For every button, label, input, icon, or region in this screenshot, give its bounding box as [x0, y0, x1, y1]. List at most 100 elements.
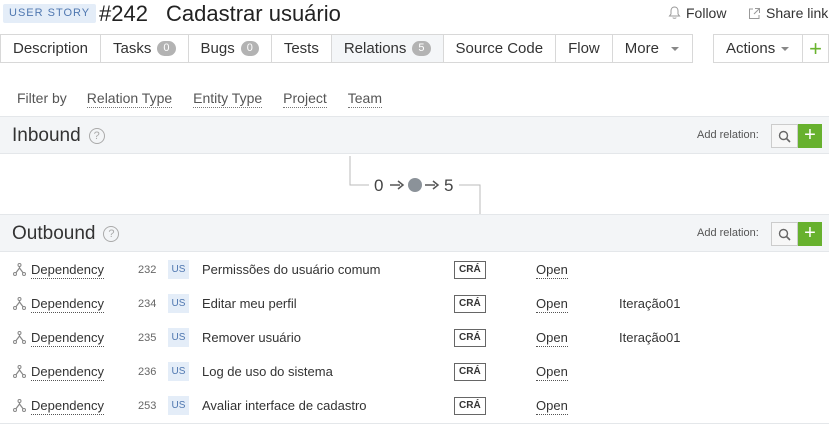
bell-icon	[668, 6, 681, 19]
actions-label: Actions	[726, 40, 776, 57]
inbound-title: Inbound ?	[12, 125, 105, 147]
entity-state-link[interactable]: Open	[536, 398, 568, 415]
relation-type-link[interactable]: Dependency	[31, 262, 104, 279]
add-relation-label: Add relation:	[697, 129, 759, 141]
entity-state-link[interactable]: Open	[536, 262, 568, 279]
tab-source-code[interactable]: Source Code	[443, 34, 557, 63]
table-row[interactable]: Dependency 235 US Remover usuário CRÁ Op…	[0, 321, 829, 355]
arrow-right-icon	[390, 180, 405, 190]
actions-dropdown[interactable]: Actions	[713, 34, 803, 63]
tab-count: 0	[240, 41, 259, 56]
add-relation-label: Add relation:	[697, 227, 759, 239]
tab-more[interactable]: More	[612, 34, 693, 63]
current-entity-node	[408, 178, 422, 192]
filter-team[interactable]: Team	[347, 89, 382, 108]
entity-type-badge: US	[168, 396, 189, 415]
outbound-count: 5	[444, 176, 453, 195]
outbound-add-relation-button[interactable]: +	[798, 222, 822, 246]
outbound-title: Outbound ?	[12, 223, 120, 245]
follow-button[interactable]: Follow	[668, 4, 726, 22]
relations-graph-svg: 0 5	[349, 156, 481, 214]
search-icon	[778, 130, 791, 143]
table-row[interactable]: Dependency 253 US Avaliar interface de c…	[0, 389, 829, 423]
tab-label: Tests	[283, 40, 319, 57]
filter-bar: Filter by Relation Type Entity Type Proj…	[17, 89, 403, 108]
entity-id: 253	[138, 400, 157, 412]
inbound-section-header: Inbound ? Add relation: +	[0, 116, 829, 154]
filter-entity-type[interactable]: Entity Type	[193, 89, 263, 108]
filter-label: Filter by	[17, 90, 67, 106]
tab-label: Tasks	[113, 40, 152, 57]
page-title[interactable]: Cadastrar usuário	[166, 0, 341, 28]
tab-tests[interactable]: Tests	[271, 34, 332, 63]
chevron-down-icon	[781, 46, 790, 51]
entity-type-badge: US	[168, 260, 189, 279]
entity-type-badge: USER STORY	[3, 4, 97, 23]
entity-state-link[interactable]: Open	[536, 296, 568, 313]
tab-count: 5	[412, 41, 431, 56]
tab-label: Description	[13, 40, 89, 57]
tab-label: More	[624, 40, 659, 57]
entity-id: 232	[138, 264, 157, 276]
arrow-right-icon	[425, 180, 440, 190]
entity-state-link[interactable]: Open	[536, 364, 568, 381]
tab-bar: Description Tasks 0 Bugs 0 Tests Relations…	[0, 34, 693, 63]
tab-relations[interactable]: Relations 5	[331, 34, 444, 63]
relations-graph: 0 5	[345, 156, 485, 214]
help-icon[interactable]: ?	[103, 226, 120, 242]
search-icon	[778, 228, 791, 241]
dependency-icon	[13, 297, 26, 310]
dependency-icon	[13, 331, 26, 344]
inbound-search-button[interactable]	[771, 124, 798, 148]
entity-name-link[interactable]: Remover usuário	[202, 330, 301, 346]
entity-type-badge: US	[168, 328, 189, 347]
tab-label: Source Code	[455, 40, 544, 57]
outbound-search-button[interactable]	[771, 222, 798, 246]
filter-relation-type[interactable]: Relation Type	[86, 89, 173, 108]
relation-type-link[interactable]: Dependency	[31, 296, 104, 313]
entity-name-link[interactable]: Avaliar interface de cadastro	[202, 398, 367, 414]
add-tab-button[interactable]: +	[803, 34, 829, 63]
tab-flow[interactable]: Flow	[556, 34, 613, 63]
header: USER STORY #242 Cadastrar usuário Follow…	[0, 0, 837, 30]
table-row[interactable]: Dependency 232 US Permissões do usuário …	[0, 253, 829, 287]
iteration-label: Iteração01	[619, 330, 681, 345]
inbound-title-text: Inbound	[12, 125, 81, 146]
inbound-add-relation-button[interactable]: +	[798, 124, 822, 148]
table-row[interactable]: Dependency 236 US Log de uso do sistema …	[0, 355, 829, 389]
share-link-button[interactable]: Share link	[748, 4, 828, 22]
tab-bugs[interactable]: Bugs 0	[188, 34, 272, 63]
tab-label: Flow	[568, 40, 600, 57]
relation-type-link[interactable]: Dependency	[31, 330, 104, 347]
table-row[interactable]: Dependency 234 US Editar meu perfil CRÁ …	[0, 287, 829, 321]
relation-type-link[interactable]: Dependency	[31, 398, 104, 415]
entity-id: 236	[138, 366, 157, 378]
tab-label: Relations	[343, 40, 407, 57]
entity-name-link[interactable]: Permissões do usuário comum	[202, 262, 380, 278]
help-icon[interactable]: ?	[88, 128, 105, 144]
tab-description[interactable]: Description	[0, 34, 102, 63]
entity-state-link[interactable]: Open	[536, 330, 568, 347]
follow-label: Follow	[686, 5, 727, 21]
entity-type-badge: US	[168, 362, 189, 381]
entity-name-link[interactable]: Log de uso do sistema	[202, 364, 333, 380]
tab-count: 0	[157, 41, 176, 56]
filter-project[interactable]: Project	[283, 89, 327, 108]
dependency-icon	[13, 399, 26, 412]
relation-type-link[interactable]: Dependency	[31, 364, 104, 381]
dependency-icon	[13, 365, 26, 378]
inbound-count: 0	[374, 176, 383, 195]
project-abbr-badge: CRÁ	[454, 397, 486, 415]
entity-type-badge: US	[168, 294, 189, 313]
entity-id: 235	[138, 332, 157, 344]
entity-name-link[interactable]: Editar meu perfil	[202, 296, 297, 312]
project-abbr-badge: CRÁ	[454, 363, 486, 381]
outbound-title-text: Outbound	[12, 223, 96, 244]
project-abbr-badge: CRÁ	[454, 261, 486, 279]
tab-tasks[interactable]: Tasks 0	[101, 34, 189, 63]
divider	[0, 423, 829, 424]
project-abbr-badge: CRÁ	[454, 329, 486, 347]
chevron-down-icon	[670, 46, 679, 51]
share-icon	[749, 7, 760, 19]
project-abbr-badge: CRÁ	[454, 295, 486, 313]
